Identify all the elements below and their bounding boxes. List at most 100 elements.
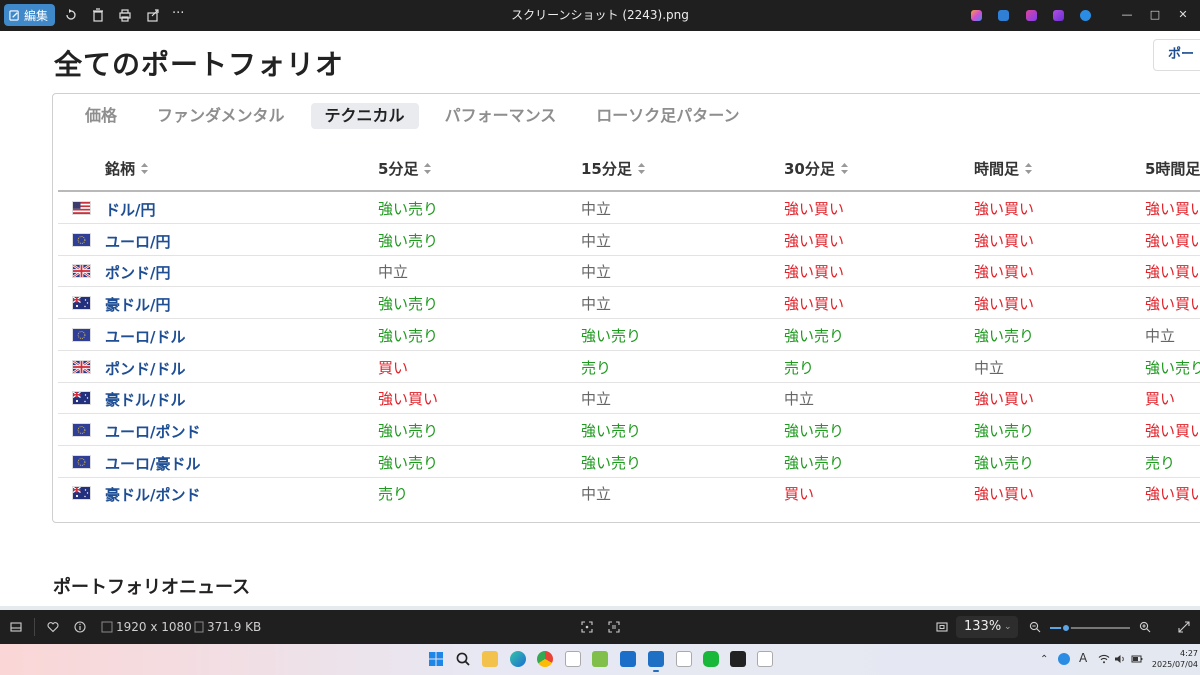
app-icon-4[interactable]	[757, 651, 773, 667]
zoom-slider[interactable]	[1050, 623, 1130, 633]
line-icon[interactable]	[703, 651, 719, 667]
currency-pair-link[interactable]: ユーロ/豪ドル	[105, 453, 200, 474]
print-icon[interactable]	[118, 8, 132, 22]
more-options-icon[interactable]: ···	[172, 6, 188, 21]
copilot-icon[interactable]	[971, 10, 982, 21]
signal-cell: 強い売り	[974, 326, 1035, 345]
minimize-icon[interactable]: —	[1120, 8, 1134, 22]
app-icon-3[interactable]	[676, 651, 692, 667]
column-header-symbol[interactable]: 銘柄	[105, 158, 149, 179]
tab-price[interactable]: 価格	[71, 103, 131, 129]
signal-cell: 強い買い	[974, 390, 1035, 409]
au-flag-icon	[72, 391, 91, 406]
signal-cell: 中立	[581, 390, 612, 409]
search-icon[interactable]	[455, 651, 471, 667]
tab-technical[interactable]: テクニカル	[310, 103, 419, 129]
system-clock[interactable]: 4:27 2025/07/04	[1148, 648, 1198, 670]
fit-to-window-icon[interactable]	[936, 621, 948, 633]
signal-cell: 強い買い	[378, 390, 439, 409]
table-row: ユーロ/円 強い売り 中立 強い買い 強い買い 強い買い	[58, 224, 1200, 256]
signal-cell: 強い売り	[378, 453, 439, 472]
eu-flag-icon	[72, 232, 91, 247]
currency-pair-link[interactable]: ポンド/円	[105, 262, 170, 283]
sticky-notes-icon[interactable]	[730, 651, 746, 667]
tab-fundamental[interactable]: ファンダメンタル	[143, 103, 299, 129]
column-header-15min[interactable]: 15分足	[581, 158, 645, 179]
portfolio-button[interactable]: ポー	[1153, 39, 1200, 71]
signal-cell: 売り	[581, 358, 612, 377]
volume-icon[interactable]	[1114, 654, 1126, 668]
info-icon[interactable]	[74, 621, 86, 633]
signal-cell: 中立	[581, 231, 612, 250]
currency-pair-link[interactable]: 豪ドル/ドル	[105, 389, 185, 410]
currency-pair-link[interactable]: 豪ドル/ポンド	[105, 484, 200, 505]
onedrive-tray-icon[interactable]	[1058, 653, 1070, 665]
app-icon-1[interactable]	[565, 651, 581, 667]
signal-cell: 中立	[581, 200, 612, 218]
signal-cell: 買い	[378, 358, 409, 377]
signal-cell: 強い買い	[974, 200, 1035, 218]
sort-icon	[141, 163, 149, 174]
currency-pair-link[interactable]: ユーロ/円	[105, 231, 170, 252]
close-icon[interactable]: ✕	[1176, 8, 1190, 22]
signal-cell: 強い売り	[974, 453, 1035, 472]
chrome-icon[interactable]	[537, 651, 553, 667]
currency-pair-link[interactable]: 豪ドル/円	[105, 294, 170, 315]
table-row: ユーロ/豪ドル 強い売り 強い売り 強い売り 強い売り 売り	[58, 446, 1200, 478]
tab-performance[interactable]: パフォーマンス	[431, 103, 571, 129]
rotate-icon[interactable]	[64, 8, 78, 22]
column-header-5min[interactable]: 5分足	[378, 158, 432, 179]
clipchamp-icon[interactable]	[1026, 10, 1037, 21]
windows-taskbar: ⌃ A 4:27 2025/07/04	[0, 644, 1200, 675]
chevron-up-icon[interactable]: ⌃	[1040, 654, 1048, 666]
signal-cell: 強い売り	[378, 231, 439, 250]
favorite-icon[interactable]	[47, 621, 59, 633]
zoom-dropdown[interactable]: 133% ⌄	[956, 616, 1018, 638]
zoom-out-icon[interactable]	[1029, 621, 1041, 633]
onedrive-icon[interactable]	[1080, 10, 1091, 21]
zoom-in-icon[interactable]	[1139, 621, 1151, 633]
text-scan-icon[interactable]	[608, 621, 620, 633]
viewer-title-bar: 編集 ··· スクリーンショット (2243).png — □ ✕	[0, 0, 1200, 31]
windows-start-icon[interactable]	[428, 651, 444, 667]
us-flag-icon	[72, 201, 91, 215]
sort-icon	[637, 163, 645, 174]
signal-cell: 強い買い	[784, 295, 845, 314]
column-header-5hour[interactable]: 5時間足	[1145, 158, 1200, 179]
currency-pair-link[interactable]: ポンド/ドル	[105, 358, 185, 379]
battery-icon[interactable]	[1131, 654, 1143, 668]
ime-indicator[interactable]: A	[1079, 652, 1087, 664]
table-row: ポンド/ドル 買い 売り 売り 中立 強い売り	[58, 351, 1200, 383]
signal-cell: 中立	[784, 390, 815, 409]
edge-icon[interactable]	[510, 651, 526, 667]
zoom-slider-thumb[interactable]	[1061, 623, 1071, 633]
column-header-hourly[interactable]: 時間足	[974, 158, 1033, 179]
share-icon[interactable]	[146, 8, 160, 22]
tab-candlestick[interactable]: ローソク足パターン	[582, 103, 753, 129]
maximize-icon[interactable]: □	[1148, 8, 1162, 22]
signal-cell: 中立	[378, 263, 409, 282]
column-header-label: 5時間足	[1145, 160, 1200, 178]
notepad-icon[interactable]	[620, 651, 636, 667]
currency-pair-link[interactable]: ユーロ/ドル	[105, 326, 185, 347]
file-explorer-icon[interactable]	[482, 651, 498, 667]
wifi-icon[interactable]	[1098, 654, 1110, 668]
fullscreen-icon[interactable]	[1178, 621, 1190, 633]
gb-flag-icon	[72, 264, 91, 279]
currency-pair-link[interactable]: ドル/円	[105, 199, 155, 220]
signal-cell: 中立	[974, 358, 1005, 377]
designer-icon[interactable]	[1053, 10, 1064, 21]
tab-bar: 価格 ファンダメンタル テクニカル パフォーマンス ローソク足パターン	[71, 103, 765, 131]
app-icon-2[interactable]	[592, 651, 608, 667]
delete-icon[interactable]	[91, 8, 105, 22]
column-header-30min[interactable]: 30分足	[784, 158, 848, 179]
photos-icon[interactable]	[648, 651, 664, 672]
crop-icon[interactable]	[581, 621, 593, 633]
currency-pair-link[interactable]: ユーロ/ポンド	[105, 421, 200, 442]
signal-cell: 強い買い	[784, 200, 845, 218]
signal-cell: 強い売り	[1145, 358, 1200, 377]
photos-edit-icon[interactable]	[998, 10, 1009, 21]
viewer-status-bar: 1920 x 1080 371.9 KB 133% ⌄	[0, 610, 1200, 644]
edit-button[interactable]: 編集	[4, 4, 55, 26]
filmstrip-icon[interactable]	[10, 621, 22, 633]
